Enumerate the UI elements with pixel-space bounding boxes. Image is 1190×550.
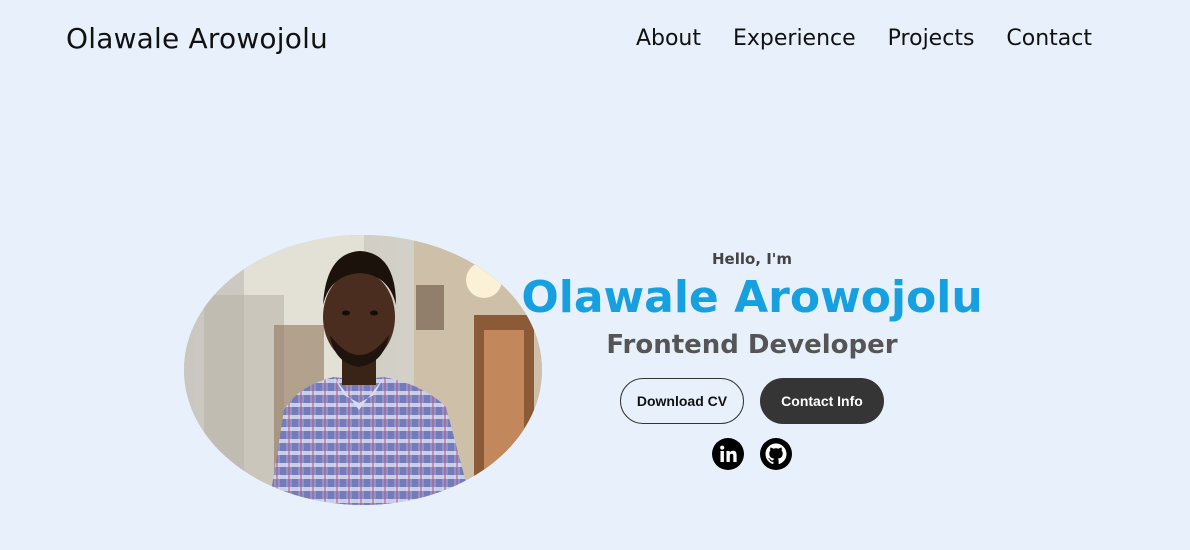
hero-name: Olawale Arowojolu [521, 272, 983, 323]
download-cv-button[interactable]: Download CV [620, 378, 744, 425]
section-text: Hello, I'm Olawale Arowojolu Frontend De… [520, 246, 984, 471]
nav-link-projects[interactable]: Projects [888, 26, 975, 51]
contact-info-button[interactable]: Contact Info [760, 378, 884, 425]
nav-link-about[interactable]: About [636, 26, 701, 51]
greeting-text: Hello, I'm [711, 250, 793, 268]
social-links [520, 438, 984, 471]
github-icon[interactable] [760, 438, 792, 471]
hero-role: Frontend Developer [606, 330, 898, 361]
profile-picture [184, 235, 542, 505]
linkedin-icon[interactable] [712, 438, 744, 471]
desktop-nav: Olawale Arowojolu About Experience Proje… [0, 0, 1190, 84]
button-row: Download CV Contact Info [520, 378, 984, 425]
nav-links: About Experience Projects Contact [636, 26, 1092, 51]
nav-link-experience[interactable]: Experience [733, 26, 856, 51]
nav-link-contact[interactable]: Contact [1006, 26, 1092, 51]
logo[interactable]: Olawale Arowojolu [66, 22, 328, 55]
profile-photo-illustration [184, 235, 542, 505]
